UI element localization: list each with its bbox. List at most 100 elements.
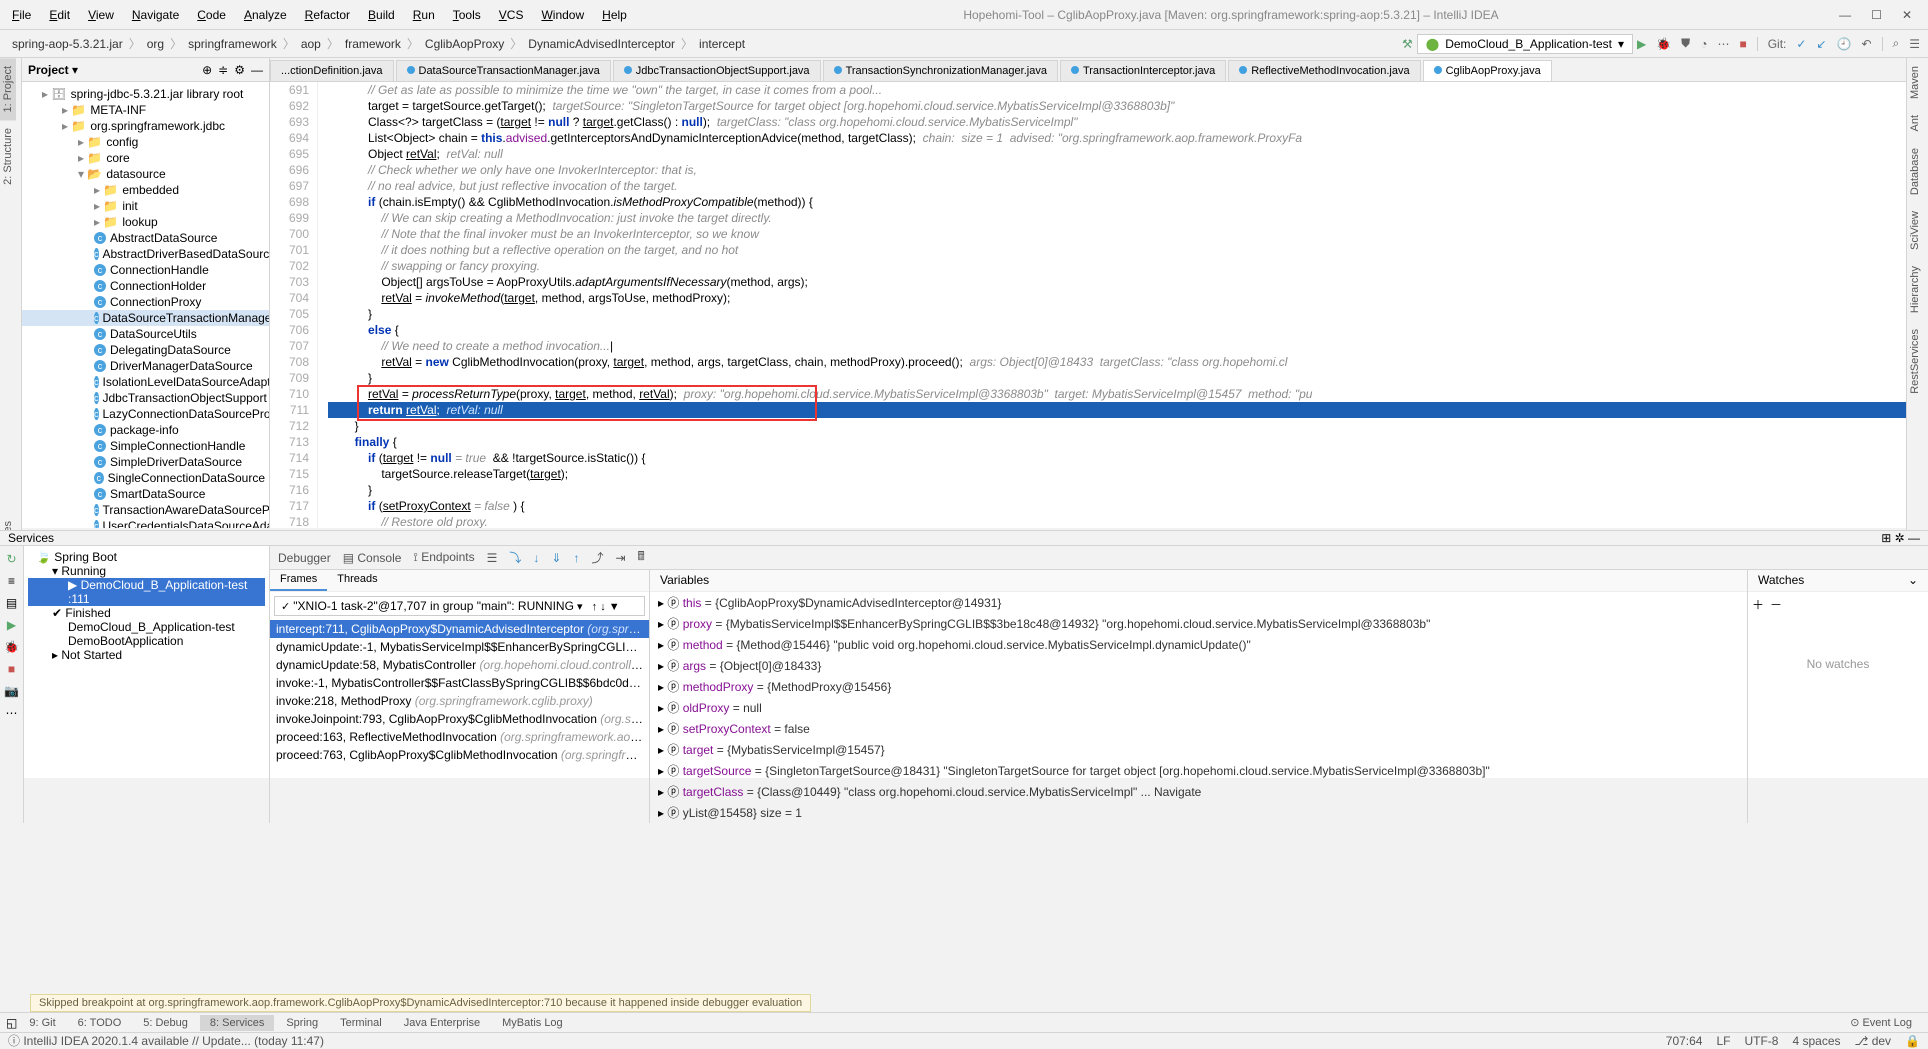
tree-item[interactable]: cIsolationLevelDataSourceAdapt bbox=[22, 374, 269, 390]
variable-row[interactable]: ▸ ⓟ setProxyContext = false bbox=[650, 718, 1747, 739]
locate-icon[interactable]: ⊕ bbox=[202, 63, 212, 77]
tree-item[interactable]: ▸ 📁config bbox=[22, 134, 269, 150]
profile-icon[interactable]: ◔ bbox=[1700, 37, 1707, 51]
tree-item[interactable]: cTransactionAwareDataSourceProxy bbox=[22, 502, 269, 518]
rail-database[interactable]: Database bbox=[1907, 140, 1923, 203]
git-rollback-icon[interactable]: ↶ bbox=[1861, 37, 1871, 51]
bottom-tab[interactable]: MyBatis Log bbox=[492, 1015, 573, 1031]
menu-analyze[interactable]: Analyze bbox=[236, 4, 295, 26]
debug-svc-icon[interactable]: 🐞 bbox=[4, 640, 19, 654]
editor-tab[interactable]: ReflectiveMethodInvocation.java bbox=[1228, 60, 1420, 81]
tree-item[interactable]: cLazyConnectionDataSourceProx bbox=[22, 406, 269, 422]
attach-icon[interactable]: ⋯ bbox=[1717, 37, 1729, 51]
menu-edit[interactable]: Edit bbox=[41, 4, 78, 26]
variable-row[interactable]: ▸ ⓟ yList@15458} size = 1 bbox=[650, 802, 1747, 823]
tree-item[interactable]: ▸ 🗄spring-jdbc-5.3.21.jar library root bbox=[22, 86, 269, 102]
threads-view-icon[interactable]: ☰ bbox=[487, 551, 498, 565]
run-svc-icon[interactable]: ▶ bbox=[7, 618, 16, 632]
menu-help[interactable]: Help bbox=[594, 4, 635, 26]
tree-item[interactable]: cDataSourceTransactionManager bbox=[22, 310, 269, 326]
breadcrumb-1[interactable]: org bbox=[143, 35, 168, 53]
services-item[interactable]: ▾ Running bbox=[28, 564, 265, 578]
frame-row[interactable]: proceed:763, CglibAopProxy$CglibMethodIn… bbox=[270, 746, 649, 764]
bottom-tab[interactable]: 5: Debug bbox=[133, 1015, 198, 1031]
tree-item[interactable]: cDriverManagerDataSource bbox=[22, 358, 269, 374]
build-icon[interactable]: ⚒ bbox=[1402, 37, 1413, 51]
menu-run[interactable]: Run bbox=[405, 4, 443, 26]
tree-item[interactable]: cSingleConnectionDataSource bbox=[22, 470, 269, 486]
tree-item[interactable]: cConnectionHolder bbox=[22, 278, 269, 294]
git-update-icon[interactable]: ✓ bbox=[1796, 37, 1806, 51]
camera-icon[interactable]: 📷 bbox=[4, 684, 19, 698]
variable-row[interactable]: ▸ ⓟ oldProxy = null bbox=[650, 697, 1747, 718]
menu-window[interactable]: Window bbox=[533, 4, 592, 26]
menu-tools[interactable]: Tools bbox=[445, 4, 489, 26]
menu-vcs[interactable]: VCS bbox=[491, 4, 532, 26]
step-into-icon[interactable]: ↓ bbox=[533, 551, 539, 565]
watches-collapse-icon[interactable]: ⌄ bbox=[1908, 573, 1918, 588]
tree-item[interactable]: cAbstractDriverBasedDataSource bbox=[22, 246, 269, 262]
variable-row[interactable]: ▸ ⓟ targetClass = {Class@10449} "class o… bbox=[650, 781, 1747, 802]
git-pull-icon[interactable]: ↙ bbox=[1816, 37, 1826, 51]
evaluate-icon[interactable]: 🖩 bbox=[638, 547, 645, 568]
tree-item[interactable]: cSimpleDriverDataSource bbox=[22, 454, 269, 470]
variable-row[interactable]: ▸ ⓟ target = {MybatisServiceImpl@15457} bbox=[650, 739, 1747, 760]
thread-selector[interactable]: ✓ "XNIO-1 task-2"@17,707 in group "main"… bbox=[274, 596, 645, 616]
bottom-tab[interactable]: 8: Services bbox=[200, 1015, 274, 1031]
frame-row[interactable]: proceed:163, ReflectiveMethodInvocation … bbox=[270, 728, 649, 746]
tree-item[interactable]: ▸ 📁org.springframework.jdbc bbox=[22, 118, 269, 134]
close-icon[interactable]: ✕ bbox=[1902, 8, 1912, 22]
editor-tab[interactable]: TransactionInterceptor.java bbox=[1060, 60, 1226, 81]
tree-item[interactable]: cConnectionProxy bbox=[22, 294, 269, 310]
frame-row[interactable]: intercept:711, CglibAopProxy$DynamicAdvi… bbox=[270, 620, 649, 638]
tree-item[interactable]: cUserCredentialsDataSourceAda bbox=[22, 518, 269, 528]
rail-hierarchy[interactable]: Hierarchy bbox=[1907, 258, 1923, 321]
services-item[interactable]: ▸ Not Started bbox=[28, 648, 265, 662]
lock-icon[interactable]: 🔒 bbox=[1905, 1034, 1920, 1048]
threads-tab[interactable]: Threads bbox=[327, 570, 387, 591]
file-encoding[interactable]: UTF-8 bbox=[1744, 1034, 1778, 1048]
breadcrumb-3[interactable]: aop bbox=[297, 35, 325, 53]
tree-item[interactable]: ▾ 📂datasource bbox=[22, 166, 269, 182]
tree-item[interactable]: cpackage-info bbox=[22, 422, 269, 438]
breadcrumb-2[interactable]: springframework bbox=[184, 35, 281, 53]
step-over-icon[interactable]: ⤵ bbox=[509, 549, 521, 566]
menu-code[interactable]: Code bbox=[189, 4, 234, 26]
rail-structure[interactable]: 2: Structure bbox=[0, 120, 16, 193]
project-combo[interactable]: Project ▾ bbox=[28, 63, 78, 77]
editor-tab[interactable]: DataSourceTransactionManager.java bbox=[396, 60, 611, 81]
breadcrumb-6[interactable]: DynamicAdvisedInterceptor bbox=[524, 35, 679, 53]
debugger-tab[interactable]: Debugger bbox=[278, 551, 331, 565]
bottom-tab[interactable]: Terminal bbox=[330, 1015, 392, 1031]
coverage-icon[interactable]: ⛊ bbox=[1681, 36, 1690, 51]
breadcrumb-4[interactable]: framework bbox=[341, 35, 405, 53]
console-tab[interactable]: ▤ Console bbox=[343, 551, 402, 565]
variables-panel[interactable]: Variables ▸ ⓟ this = {CglibAopProxy$Dyna… bbox=[650, 570, 1748, 823]
frame-row[interactable]: dynamicUpdate:-1, MybatisServiceImpl$$En… bbox=[270, 638, 649, 656]
project-tree[interactable]: ▸ 🗄spring-jdbc-5.3.21.jar library root ▸ … bbox=[22, 82, 269, 528]
force-step-into-icon[interactable]: ⇓ bbox=[551, 551, 561, 565]
run-icon[interactable]: ▶ bbox=[1637, 37, 1646, 51]
tree-item[interactable]: cDelegatingDataSource bbox=[22, 342, 269, 358]
services-tree[interactable]: 🍃 Spring Boot▾ Running▶ DemoCloud_B_Appl… bbox=[24, 546, 270, 823]
variable-row[interactable]: ▸ ⓟ method = {Method@15446} "public void… bbox=[650, 634, 1747, 655]
add-watch-icon[interactable]: ＋ bbox=[1752, 596, 1764, 613]
services-item[interactable]: 🍃 Spring Boot bbox=[28, 550, 265, 564]
step-out-icon[interactable]: ↑ bbox=[573, 551, 579, 565]
panel-hide-icon[interactable]: — bbox=[1908, 531, 1920, 545]
hide-icon[interactable]: — bbox=[251, 63, 263, 77]
debug-icon[interactable]: 🐞 bbox=[1656, 37, 1671, 51]
tree-item[interactable]: cSmartDataSource bbox=[22, 486, 269, 502]
rerun-icon[interactable]: ↻ bbox=[6, 552, 16, 566]
code-editor[interactable]: 6916926936946956966976986997007017027037… bbox=[270, 82, 1906, 528]
services-item[interactable]: ▶ DemoCloud_B_Application-test :111 bbox=[28, 578, 265, 606]
editor-tab[interactable]: ...ctionDefinition.java bbox=[270, 60, 394, 81]
rail-project[interactable]: 1: Project bbox=[0, 58, 16, 120]
git-branch[interactable]: ⎇ dev bbox=[1855, 1034, 1892, 1048]
minimize-icon[interactable]: — bbox=[1839, 8, 1851, 22]
editor-tab[interactable]: TransactionSynchronizationManager.java bbox=[823, 60, 1058, 81]
frame-row[interactable]: invokeJoinpoint:793, CglibAopProxy$Cglib… bbox=[270, 710, 649, 728]
line-separator[interactable]: LF bbox=[1716, 1034, 1730, 1048]
restore-layout-icon[interactable]: ⊞ bbox=[1881, 531, 1891, 545]
frame-row[interactable]: invoke:218, MethodProxy (org.springframe… bbox=[270, 692, 649, 710]
